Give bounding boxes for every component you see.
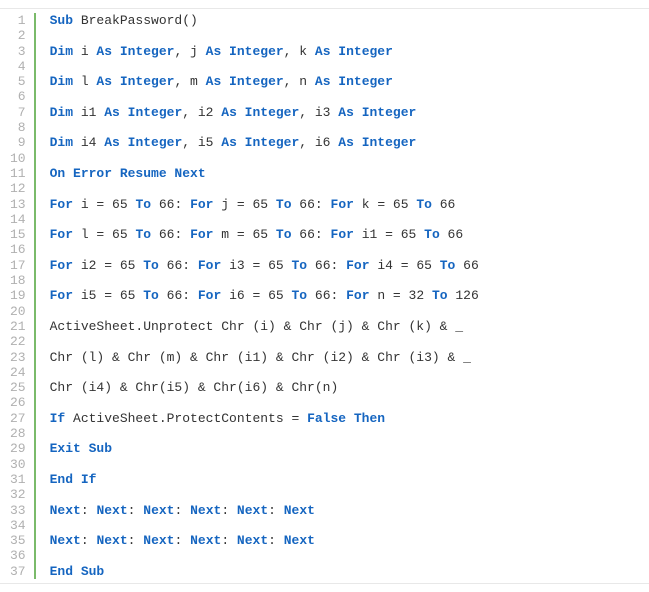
line-number: 2 (10, 28, 26, 43)
line-number: 36 (10, 548, 26, 563)
code-line: Exit Sub (50, 441, 479, 456)
line-number: 21 (10, 319, 26, 334)
code-line (50, 365, 479, 380)
line-number: 8 (10, 120, 26, 135)
code-line: For l = 65 To 66: For m = 65 To 66: For … (50, 227, 479, 242)
code-line: Sub BreakPassword() (50, 13, 479, 28)
code-line (50, 334, 479, 349)
code-content: Sub BreakPassword() Dim i As Integer, j A… (36, 13, 479, 579)
line-number: 28 (10, 426, 26, 441)
line-number: 6 (10, 89, 26, 104)
line-number: 35 (10, 533, 26, 548)
code-line: For i5 = 65 To 66: For i6 = 65 To 66: Fo… (50, 288, 479, 303)
code-line (50, 487, 479, 502)
line-number: 4 (10, 59, 26, 74)
line-number: 1 (10, 13, 26, 28)
code-line: Dim i1 As Integer, i2 As Integer, i3 As … (50, 105, 479, 120)
line-number: 25 (10, 380, 26, 395)
line-number: 33 (10, 503, 26, 518)
line-number: 24 (10, 365, 26, 380)
code-line (50, 120, 479, 135)
line-number: 7 (10, 105, 26, 120)
code-block: 1234567891011121314151617181920212223242… (0, 8, 649, 584)
line-number: 9 (10, 135, 26, 150)
code-line (50, 181, 479, 196)
code-line: For i = 65 To 66: For j = 65 To 66: For … (50, 197, 479, 212)
line-number: 13 (10, 197, 26, 212)
code-line (50, 28, 479, 43)
line-number: 26 (10, 395, 26, 410)
line-number: 11 (10, 166, 26, 181)
line-number: 27 (10, 411, 26, 426)
code-line (50, 395, 479, 410)
code-line (50, 151, 479, 166)
line-number: 20 (10, 304, 26, 319)
line-number: 10 (10, 151, 26, 166)
line-number: 15 (10, 227, 26, 242)
code-line: End Sub (50, 564, 479, 579)
code-line: On Error Resume Next (50, 166, 479, 181)
code-line: ActiveSheet.Unprotect Chr (i) & Chr (j) … (50, 319, 479, 334)
line-number: 34 (10, 518, 26, 533)
line-number: 30 (10, 457, 26, 472)
code-line: If ActiveSheet.ProtectContents = False T… (50, 411, 479, 426)
line-number: 23 (10, 350, 26, 365)
code-line: Chr (i4) & Chr(i5) & Chr(i6) & Chr(n) (50, 380, 479, 395)
code-line: End If (50, 472, 479, 487)
line-number: 37 (10, 564, 26, 579)
code-line: Chr (l) & Chr (m) & Chr (i1) & Chr (i2) … (50, 350, 479, 365)
line-number: 18 (10, 273, 26, 288)
line-number: 19 (10, 288, 26, 303)
code-line: For i2 = 65 To 66: For i3 = 65 To 66: Fo… (50, 258, 479, 273)
line-number: 17 (10, 258, 26, 273)
line-number: 29 (10, 441, 26, 456)
code-line: Next: Next: Next: Next: Next: Next (50, 533, 479, 548)
code-line: Next: Next: Next: Next: Next: Next (50, 503, 479, 518)
code-line (50, 457, 479, 472)
code-line (50, 273, 479, 288)
line-number: 5 (10, 74, 26, 89)
line-number: 22 (10, 334, 26, 349)
line-number: 16 (10, 242, 26, 257)
code-line: Dim i As Integer, j As Integer, k As Int… (50, 44, 479, 59)
code-line (50, 242, 479, 257)
line-number: 12 (10, 181, 26, 196)
line-number: 31 (10, 472, 26, 487)
code-line (50, 304, 479, 319)
code-line (50, 548, 479, 563)
code-line (50, 89, 479, 104)
code-line (50, 426, 479, 441)
code-line (50, 59, 479, 74)
line-number-gutter: 1234567891011121314151617181920212223242… (0, 13, 34, 579)
code-line (50, 212, 479, 227)
code-line (50, 518, 479, 533)
code-line: Dim i4 As Integer, i5 As Integer, i6 As … (50, 135, 479, 150)
line-number: 32 (10, 487, 26, 502)
code-line: Dim l As Integer, m As Integer, n As Int… (50, 74, 479, 89)
line-number: 3 (10, 44, 26, 59)
line-number: 14 (10, 212, 26, 227)
